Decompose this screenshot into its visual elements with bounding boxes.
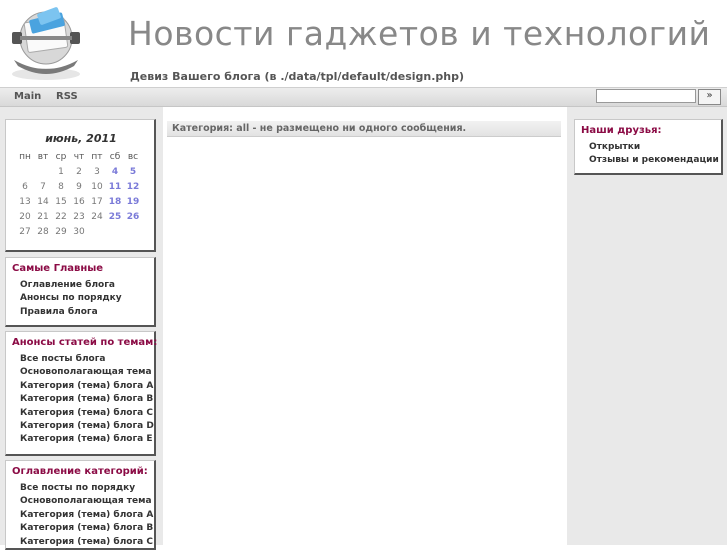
site-header: Новости гаджетов и технологий Девиз Ваше… [0,0,727,88]
calendar-day: 1 [58,166,64,177]
calendar-day [16,164,34,179]
calendar-day: 8 [58,181,64,192]
calendar-day: 24 [91,211,103,222]
calendar-day-weekend [124,224,142,239]
weekday-label: ср [55,151,67,162]
weekday-label: пн [19,151,31,162]
rolodex-logo-icon [12,7,80,80]
calendar-day: 2 [76,166,82,177]
site-title[interactable]: Новости гаджетов и технологий [128,14,710,53]
friends-box: Наши друзья: Открытки Отзывы и рекоменда… [574,119,723,175]
toc-item[interactable]: Все посты по порядку [20,482,153,495]
announce-item[interactable]: Категория (тема) блога E [20,433,154,446]
toc-item[interactable]: Основополагающая тема [20,495,153,508]
toc-title: Оглавление категорий: [12,466,148,477]
calendar-day: 21 [37,211,49,222]
calendar-day: 17 [91,196,103,207]
site-motto: Девиз Вашего блога (в ./data/tpl/default… [130,70,465,83]
calendar-day: 28 [37,226,49,237]
calendar-day-weekend[interactable]: 5 [124,164,142,179]
weekday-label: чт [73,151,85,162]
calendar-day: 16 [73,196,85,207]
calendar-day-weekend[interactable]: 11 [106,179,124,194]
category-notice-text: Категория: all - не размещено ни одного … [172,123,467,134]
nav-rss-link[interactable]: RSS [56,91,78,102]
announce-box: Анонсы статей по темам: Все посты блога … [5,331,158,456]
calendar-week-row: 27 28 29 30 [16,224,142,239]
nav-main-link[interactable]: Main [14,91,41,102]
weekday-label: пт [91,151,103,162]
toc-item[interactable]: Категория (тема) блога A [20,509,153,522]
friends-item[interactable]: Открытки [589,141,719,154]
calendar-day-weekend[interactable]: 25 [106,209,124,224]
calendar-day: 9 [76,181,82,192]
calendar-box: июнь, 2011 пн вт ср чт пт сб вс 1 2 3 4 … [5,119,156,252]
calendar-weekday-row: пн вт ср чт пт сб вс [16,149,142,164]
announce-item[interactable]: Категория (тема) блога B [20,393,154,406]
calendar-day: 10 [91,181,103,192]
announce-list: Все посты блога Основополагающая тема Ка… [20,353,154,447]
calendar-day: 15 [55,196,67,207]
calendar-day: 23 [73,211,85,222]
calendar-week-row: 1 2 3 4 5 [16,164,142,179]
calendar-day: 14 [37,196,49,207]
calendar-day-weekend[interactable]: 18 [106,194,124,209]
main-links-list: Оглавление блога Анонсы по порядку Прави… [20,279,122,319]
friends-item[interactable]: Отзывы и рекомендации [589,154,719,167]
calendar-day: 22 [55,211,67,222]
calendar-day: 3 [94,166,100,177]
calendar-day: 7 [40,181,46,192]
announce-item[interactable]: Категория (тема) блога D [20,420,154,433]
announce-title: Анонсы статей по темам: [12,337,158,348]
announce-item[interactable]: Категория (тема) блога A [20,380,154,393]
calendar-day-weekend[interactable]: 26 [124,209,142,224]
search-button[interactable]: » [698,89,721,105]
calendar-day: 30 [73,226,85,237]
calendar-week-row: 6 7 8 9 10 11 12 [16,179,142,194]
weekday-label: вт [37,151,49,162]
friends-title: Наши друзья: [581,125,662,136]
toc-box: Оглавление категорий: Все посты по поряд… [5,460,156,550]
weekday-label: сб [109,151,121,162]
weekday-label: вс [127,151,139,162]
nav-bar: Main RSS » [0,88,727,107]
calendar-day-weekend [106,224,124,239]
calendar-day: 20 [19,211,31,222]
calendar-day: 6 [22,181,28,192]
calendar-day: 27 [19,226,31,237]
announce-item[interactable]: Все посты блога [20,353,154,366]
search-input[interactable] [596,89,696,103]
main-link-item[interactable]: Оглавление блога [20,279,122,292]
calendar-week-row: 13 14 15 16 17 18 19 [16,194,142,209]
toc-item[interactable]: Категория (тема) блога C [20,536,153,549]
announce-item[interactable]: Основополагающая тема [20,366,154,379]
toc-list: Все посты по порядку Основополагающая те… [20,482,153,549]
calendar-title: июнь, 2011 [45,132,117,145]
calendar-day-weekend[interactable]: 12 [124,179,142,194]
main-links-title: Самые Главные [12,263,104,274]
announce-item[interactable]: Категория (тема) блога C [20,407,154,420]
main-link-item[interactable]: Анонсы по порядку [20,292,122,305]
calendar-day-weekend[interactable]: 4 [106,164,124,179]
calendar-week-row: 20 21 22 23 24 25 26 [16,209,142,224]
main-link-item[interactable]: Правила блога [20,306,122,319]
category-notice: Категория: all - не размещено ни одного … [167,121,561,137]
calendar-day-weekend[interactable]: 19 [124,194,142,209]
friends-list: Открытки Отзывы и рекомендации [589,141,719,168]
toc-item[interactable]: Категория (тема) блога B [20,522,153,535]
calendar-day [34,164,52,179]
calendar-day [88,224,106,239]
calendar-day: 29 [55,226,67,237]
calendar-day: 13 [19,196,31,207]
main-links-box: Самые Главные Оглавление блога Анонсы по… [5,257,156,327]
calendar-table: пн вт ср чт пт сб вс 1 2 3 4 5 6 7 8 9 1… [16,149,142,239]
